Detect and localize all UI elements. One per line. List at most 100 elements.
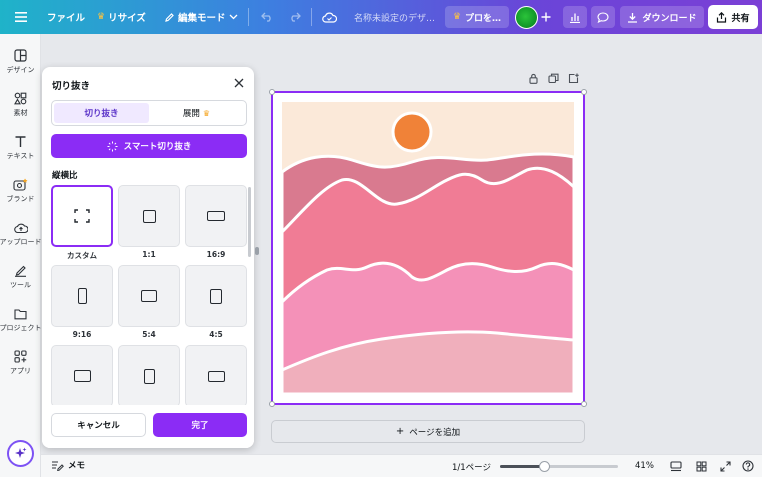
crown-icon: ♛ <box>452 12 462 22</box>
lock-icon[interactable] <box>528 73 539 84</box>
help-icon[interactable] <box>741 459 755 473</box>
ratio-option-custom[interactable] <box>51 185 113 247</box>
cloud-upload-icon <box>13 223 28 233</box>
ratio-label: 5:4 <box>142 330 156 339</box>
landscape-shape <box>141 290 157 302</box>
add-page-label: ページを追加 <box>409 427 461 438</box>
divider <box>248 8 249 26</box>
mountain-artwork[interactable] <box>282 102 574 394</box>
zoom-level[interactable]: 41% <box>635 461 654 471</box>
sun <box>391 111 433 153</box>
tab-label: 展開 <box>182 109 200 119</box>
download-icon <box>628 12 638 23</box>
aspect-ratio-heading: 縦横比 <box>52 171 78 181</box>
ratio-option-1-1[interactable] <box>118 185 180 247</box>
notes-label: メモ <box>68 461 86 471</box>
ratio-option-5-4[interactable] <box>118 265 180 327</box>
rail-item-brand[interactable]: ブランド <box>0 171 41 211</box>
magic-wand-icon <box>107 141 118 151</box>
divider <box>311 8 312 26</box>
file-menu[interactable]: ファイル <box>47 0 85 34</box>
page-indicator[interactable]: 1/1ページ <box>452 461 491 473</box>
duplicate-page-icon[interactable] <box>548 73 559 84</box>
page-toolbar <box>528 73 579 87</box>
panel-collapse-handle[interactable] <box>255 247 259 255</box>
rail-label: ツール <box>10 281 31 289</box>
crown-icon: ♛ <box>202 108 211 118</box>
edit-mode-dropdown[interactable]: 編集モード <box>164 0 238 34</box>
resize-handle[interactable] <box>269 89 275 95</box>
rail-item-projects[interactable]: プロジェクト <box>0 300 42 340</box>
bottom-bar: メモ 1/1ページ 41% <box>41 454 762 477</box>
rail-item-apps[interactable]: アプリ <box>0 343 41 383</box>
ratio-label: 1:1 <box>142 250 156 259</box>
zoom-slider-knob[interactable] <box>538 461 550 472</box>
custom-crop-icon <box>74 209 90 223</box>
apps-icon <box>14 350 27 363</box>
left-rail: デザイン 素材 テキスト ブランド アップロード ツール プロジェクト アプリ <box>0 34 42 477</box>
ratio-option-4-5[interactable] <box>185 265 247 327</box>
rail-item-text[interactable]: テキスト <box>0 128 41 168</box>
add-page-icon[interactable] <box>568 73 579 84</box>
portrait-shape <box>143 368 155 384</box>
resize-handle[interactable] <box>581 401 587 407</box>
document-title[interactable]: 名称未設定のデザ… <box>354 0 435 34</box>
share-button[interactable]: 共有 <box>708 5 758 29</box>
panel-scrollbar[interactable] <box>248 187 251 257</box>
crop-tabs: 切り抜き 展開 ♛ <box>51 100 247 126</box>
add-page-button[interactable]: + ページを追加 <box>271 420 585 443</box>
pencil-icon <box>165 12 174 22</box>
edit-mode-label: 編集モード <box>178 13 226 24</box>
zoom-slider[interactable] <box>500 461 618 472</box>
rail-item-design[interactable]: デザイン <box>0 42 41 82</box>
cloud-saved-icon[interactable] <box>318 6 340 28</box>
shapes-icon <box>14 92 27 105</box>
ratio-label: 4:5 <box>209 330 223 339</box>
ratio-option[interactable] <box>185 345 247 405</box>
undo-icon[interactable] <box>256 6 278 28</box>
resize-handle[interactable] <box>269 401 275 407</box>
resize-handle[interactable] <box>581 89 587 95</box>
insights-button[interactable] <box>563 6 587 28</box>
portrait-shape <box>210 288 222 304</box>
try-pro-button[interactable]: ♛ プロを… <box>445 6 509 28</box>
sparkle-icon <box>15 447 27 458</box>
text-icon <box>15 136 26 147</box>
notes-button[interactable]: メモ <box>51 459 85 471</box>
zoom-slider-fill <box>500 465 544 468</box>
done-button[interactable]: 完了 <box>153 413 247 437</box>
wide-shape <box>73 370 91 382</box>
comments-button[interactable] <box>591 6 615 28</box>
cancel-button[interactable]: キャンセル <box>51 413 146 437</box>
chevron-down-icon <box>229 14 237 20</box>
rail-item-uploads[interactable]: アップロード <box>0 214 42 254</box>
tab-expand[interactable]: 展開 ♛ <box>149 103 244 123</box>
design-page[interactable] <box>269 89 587 407</box>
rail-label: テキスト <box>6 152 35 160</box>
smart-crop-button[interactable]: スマート切り抜き <box>51 134 247 158</box>
download-button[interactable]: ダウンロード <box>620 6 704 28</box>
hamburger-icon[interactable] <box>10 6 32 28</box>
ratio-option-16-9[interactable] <box>185 185 247 247</box>
tab-crop[interactable]: 切り抜き <box>54 103 149 123</box>
wide-shape <box>207 370 225 382</box>
redo-icon[interactable] <box>283 6 305 28</box>
add-collaborator-icon[interactable] <box>535 6 557 28</box>
ratio-option[interactable] <box>118 345 180 405</box>
download-label: ダウンロード <box>642 13 697 24</box>
rail-label: デザイン <box>6 66 35 74</box>
fullscreen-icon[interactable] <box>718 459 732 473</box>
rail-item-tools[interactable]: ツール <box>0 257 41 297</box>
pages-view-icon[interactable] <box>669 459 683 473</box>
grid-view-icon[interactable] <box>694 459 708 473</box>
ratio-option-9-16[interactable] <box>51 265 113 327</box>
close-icon[interactable] <box>232 76 246 90</box>
aspect-ratio-grid: カスタム 1:1 16:9 9:16 5:4 4:5 <box>51 185 247 405</box>
magic-assistant-button[interactable] <box>7 440 34 467</box>
resize-label: リサイズ <box>108 13 146 24</box>
rail-label: プロジェクト <box>0 323 42 332</box>
rail-item-elements[interactable]: 素材 <box>0 85 41 125</box>
comment-icon <box>597 11 609 23</box>
ratio-option[interactable] <box>51 345 113 405</box>
resize-button[interactable]: ♛ リサイズ <box>97 0 146 34</box>
